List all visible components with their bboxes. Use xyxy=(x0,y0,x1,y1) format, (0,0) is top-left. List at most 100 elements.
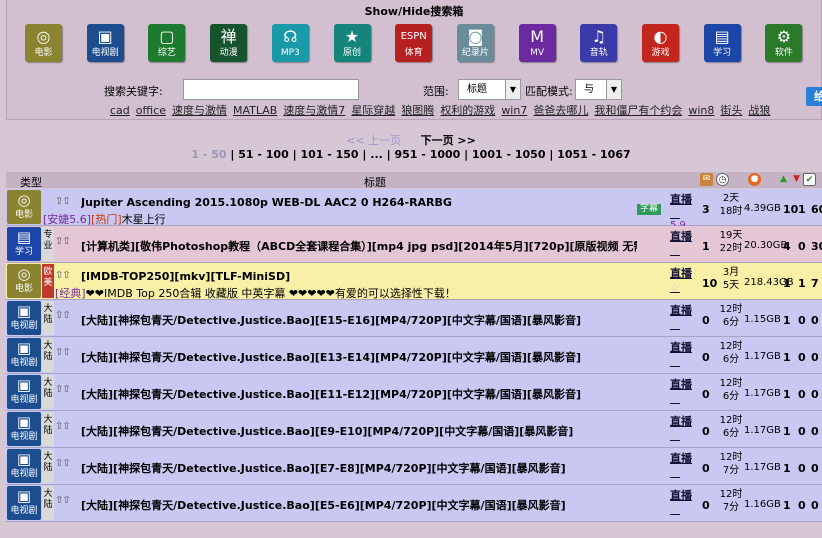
page-link[interactable]: 1001 - 1050 xyxy=(472,148,545,161)
seeders-count[interactable]: 1 xyxy=(783,351,791,364)
comment-count[interactable]: 0 xyxy=(702,462,710,475)
seeders-count[interactable]: 1 xyxy=(783,388,791,401)
comment-count[interactable]: 0 xyxy=(702,388,710,401)
size-icon[interactable]: ● xyxy=(748,173,761,186)
torrent-title-link[interactable]: [大陆][神探包青天/Detective.Justice.Bao][E11-E1… xyxy=(81,386,637,402)
hot-keyword-link[interactable]: 星际穿越 xyxy=(351,104,395,117)
download-link[interactable]: 直播 ☆ xyxy=(670,413,698,442)
torrent-title-link[interactable]: [IMDB-TOP250][mkv][TLF-MiniSD] xyxy=(81,270,637,283)
category-star-button[interactable]: ★ 原创 xyxy=(333,24,371,62)
category-tv-link[interactable]: ▣ 电视剧 xyxy=(7,486,41,520)
leechers-count[interactable]: 0 xyxy=(798,314,806,327)
hot-keyword-link[interactable]: 权利的游戏 xyxy=(440,104,495,117)
category-tv-link[interactable]: ▣ 电视剧 xyxy=(7,412,41,446)
bookmark-star-icon[interactable]: ☆ xyxy=(670,281,680,294)
leechers-count[interactable]: 0 xyxy=(798,499,806,512)
comment-count[interactable]: 0 xyxy=(702,314,710,327)
clock-icon[interactable]: ◷ xyxy=(716,173,729,186)
category-anime-zen-button[interactable]: 禅动漫 xyxy=(210,24,248,62)
range-select[interactable]: 标题 ▼ xyxy=(458,79,521,100)
category-tv-link[interactable]: ▣ 电视剧 xyxy=(7,301,41,335)
category-study-book-link[interactable]: ▤ 学习 xyxy=(7,227,41,261)
table-row[interactable]: ▤ 学习 专业 ⇧⇧ [计算机类][敬伟Photoshop教程（ABCD全套课程合集）]… xyxy=(6,226,822,263)
seeders-count[interactable]: 1 xyxy=(783,314,791,327)
completed-count[interactable]: 30 xyxy=(811,240,822,253)
category-film-reel-link[interactable]: ◎ 电影 xyxy=(7,264,41,298)
prev-page-link[interactable]: << 上一页 xyxy=(346,134,401,147)
completed-count[interactable]: 7 xyxy=(811,277,819,290)
bookmark-star-icon[interactable]: ☆ xyxy=(670,207,680,220)
download-link[interactable]: 直播 ☆5.9 xyxy=(670,191,698,231)
table-row[interactable]: ◎ 电影 ⇧⇧ Jupiter Ascending 2015.1080p WEB-DL… xyxy=(6,189,822,231)
leechers-count[interactable]: 0 xyxy=(798,425,806,438)
leechers-count[interactable]: 0 xyxy=(798,388,806,401)
torrent-title-link[interactable]: [大陆][神探包青天/Detective.Justice.Bao][E7-E8]… xyxy=(81,460,637,476)
comment-count[interactable]: 0 xyxy=(702,351,710,364)
bookmark-star-icon[interactable]: ☆ xyxy=(670,244,680,257)
download-link[interactable]: 直播 ☆ xyxy=(670,376,698,405)
hot-keyword-link[interactable]: 狼图腾 xyxy=(401,104,434,117)
completed-count[interactable]: 0 xyxy=(811,314,819,327)
torrent-title-link[interactable]: [大陆][神探包青天/Detective.Justice.Bao][E15-E1… xyxy=(81,312,637,328)
category-tv-link[interactable]: ▣ 电视剧 xyxy=(7,375,41,409)
table-row[interactable]: ▣ 电视剧 大陆 ⇧⇧ [大陆][神探包青天/Detective.Justice.Bao… xyxy=(6,485,822,522)
hot-keyword-link[interactable]: MATLAB xyxy=(233,104,277,117)
seeders-arrow-icon[interactable]: ▲ xyxy=(777,173,790,186)
category-music-note-button[interactable]: ♫ 音轨 xyxy=(580,24,618,62)
leechers-count[interactable]: 1 xyxy=(798,277,806,290)
category-film-reel-button[interactable]: ◎ 电影 xyxy=(25,24,62,62)
search-input[interactable] xyxy=(183,79,359,100)
torrent-title-link[interactable]: [大陆][神探包青天/Detective.Justice.Bao][E9-E10… xyxy=(81,423,637,439)
page-link[interactable]: 51 - 100 xyxy=(238,148,289,161)
category-software-gear-button[interactable]: ⚙ 软件 xyxy=(765,24,803,62)
leechers-count[interactable]: 0 xyxy=(798,462,806,475)
category-documentary-button[interactable]: ◙ 纪录片 xyxy=(456,24,494,62)
category-study-book-button[interactable]: ▤ 学习 xyxy=(703,24,741,62)
seeders-count[interactable]: 1 xyxy=(783,462,791,475)
category-headphones-button[interactable]: ☊ MP3 xyxy=(271,24,309,62)
download-link[interactable]: 直播 ☆ xyxy=(670,228,698,257)
category-mtv-button[interactable]: M MV xyxy=(518,24,556,62)
mode-select[interactable]: 与 ▼ xyxy=(575,79,622,100)
comment-count[interactable]: 3 xyxy=(702,203,710,216)
completed-count[interactable]: 0 xyxy=(811,425,819,438)
bookmark-star-icon[interactable]: ☆ xyxy=(670,392,680,405)
page-link[interactable]: 951 - 1000 xyxy=(395,148,461,161)
torrent-title-link[interactable]: [大陆][神探包青天/Detective.Justice.Bao][E5-E6]… xyxy=(81,497,637,513)
comments-icon[interactable]: ✉ xyxy=(700,173,713,186)
hot-keyword-link[interactable]: 爸爸去哪儿 xyxy=(533,104,588,117)
hot-keyword-link[interactable]: 街头 xyxy=(720,104,742,117)
seeders-count[interactable]: 1 xyxy=(783,499,791,512)
category-espn-button[interactable]: ESPN 体育 xyxy=(395,24,433,62)
hot-keyword-link[interactable]: 速度与激情 xyxy=(172,104,227,117)
hot-keyword-link[interactable]: win7 xyxy=(501,104,527,117)
completed-count[interactable]: 0 xyxy=(811,388,819,401)
table-row[interactable]: ◎ 电影 欧美 ⇧⇧ [IMDB-TOP250][mkv][TLF-MiniSD] [经典… xyxy=(6,263,822,300)
leechers-count[interactable]: 1 xyxy=(798,203,806,216)
leechers-count[interactable]: 0 xyxy=(798,240,806,253)
hot-keyword-link[interactable]: cad xyxy=(110,104,130,117)
bookmark-star-icon[interactable]: ☆ xyxy=(670,318,680,331)
next-page-link[interactable]: 下一页 >> xyxy=(421,134,476,147)
comment-count[interactable]: 0 xyxy=(702,499,710,512)
completed-count[interactable]: 0 xyxy=(811,462,819,475)
torrent-title-link[interactable]: Jupiter Ascending 2015.1080p WEB-DL AAC2… xyxy=(81,196,637,209)
table-row[interactable]: ▣ 电视剧 大陆 ⇧⇧ [大陆][神探包青天/Detective.Justice.Bao… xyxy=(6,448,822,485)
hot-keyword-link[interactable]: win8 xyxy=(688,104,714,117)
table-row[interactable]: ▣ 电视剧 大陆 ⇧⇧ [大陆][神探包青天/Detective.Justice.Bao… xyxy=(6,411,822,448)
bookmark-star-icon[interactable]: ☆ xyxy=(670,429,680,442)
title-column-header[interactable]: 标题 xyxy=(364,174,386,190)
completed-check-icon[interactable]: ✔ xyxy=(803,173,816,186)
completed-count[interactable]: 0 xyxy=(811,499,819,512)
download-link[interactable]: 直播 ☆ xyxy=(670,487,698,516)
table-row[interactable]: ▣ 电视剧 大陆 ⇧⇧ [大陆][神探包青天/Detective.Justice.Bao… xyxy=(6,337,822,374)
hot-keyword-link[interactable]: 我和僵尸有个约会 xyxy=(594,104,682,117)
category-variety-tv-button[interactable]: ▢ 综艺 xyxy=(148,24,186,62)
torrent-title-link[interactable]: [计算机类][敬伟Photoshop教程（ABCD全套课程合集）][mp4 jp… xyxy=(81,238,637,254)
hot-keyword-link[interactable]: 战狼 xyxy=(748,104,770,117)
search-go-button[interactable]: 给我 xyxy=(806,87,822,106)
bookmark-star-icon[interactable]: ☆ xyxy=(670,355,680,368)
completed-count[interactable]: 0 xyxy=(811,351,819,364)
download-link[interactable]: 直播 ☆ xyxy=(670,265,698,294)
category-tv-button[interactable]: ▣ 电视剧 xyxy=(86,24,124,62)
